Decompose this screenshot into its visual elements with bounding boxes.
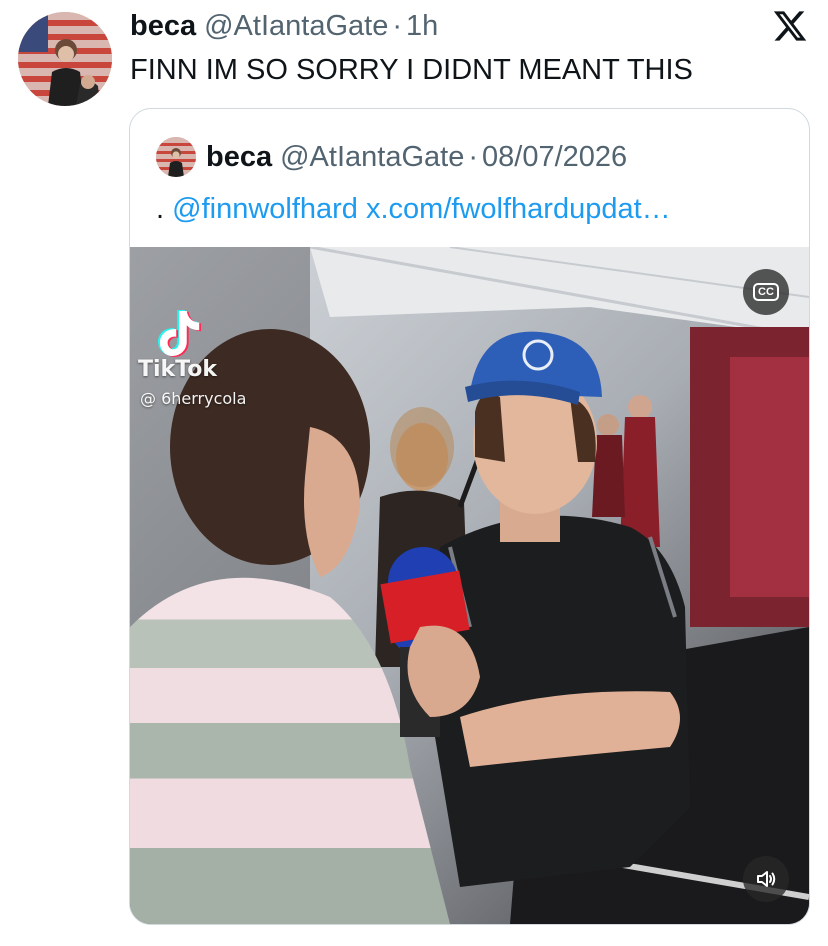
quoted-text-prefix: .: [156, 193, 165, 225]
tweet-header: beca @AtIantaGate · 1h: [130, 8, 438, 44]
tiktok-logo-icon: [158, 310, 202, 357]
video-frame: [130, 247, 809, 924]
mention-link[interactable]: @finnwolfhard: [172, 193, 358, 225]
quoted-separator-dot: ·: [468, 141, 478, 173]
video-player[interactable]: TikTok @ 6herrycola CC: [130, 247, 809, 924]
tweet-timestamp[interactable]: 1h: [406, 8, 438, 44]
author-handle[interactable]: @AtIantaGate: [204, 8, 388, 44]
quoted-author-handle[interactable]: @AtIantaGate: [280, 139, 464, 175]
quoted-tweet-text: . @finnwolfhard x.com/fwolfhardupdat…: [156, 191, 671, 227]
quoted-author-display-name[interactable]: beca: [206, 139, 272, 175]
quoted-tweet-header: beca @AtIantaGate · 08/07/2026: [156, 137, 627, 177]
avatar[interactable]: [18, 12, 112, 106]
captions-button[interactable]: CC: [743, 269, 789, 315]
quoted-tweet[interactable]: beca @AtIantaGate · 08/07/2026 . @finnwo…: [129, 108, 810, 925]
volume-icon: [757, 871, 776, 887]
tweet: beca @AtIantaGate · 1h FINN IM SO SORRY …: [0, 0, 828, 946]
volume-button[interactable]: [743, 856, 789, 902]
quoted-tweet-date[interactable]: 08/07/2026: [482, 139, 627, 175]
x-logo-icon[interactable]: [772, 8, 808, 44]
quoted-avatar[interactable]: [156, 137, 196, 177]
tiktok-username: @ 6herrycola: [140, 389, 247, 408]
tiktok-brand-label: TikTok: [138, 357, 218, 382]
url-link[interactable]: x.com/fwolfhardupdat…: [366, 193, 671, 225]
separator-dot: ·: [392, 10, 402, 42]
author-display-name[interactable]: beca: [130, 8, 196, 44]
tweet-text: FINN IM SO SORRY I DIDNT MEANT THIS: [130, 54, 693, 86]
cc-icon: CC: [753, 283, 779, 301]
